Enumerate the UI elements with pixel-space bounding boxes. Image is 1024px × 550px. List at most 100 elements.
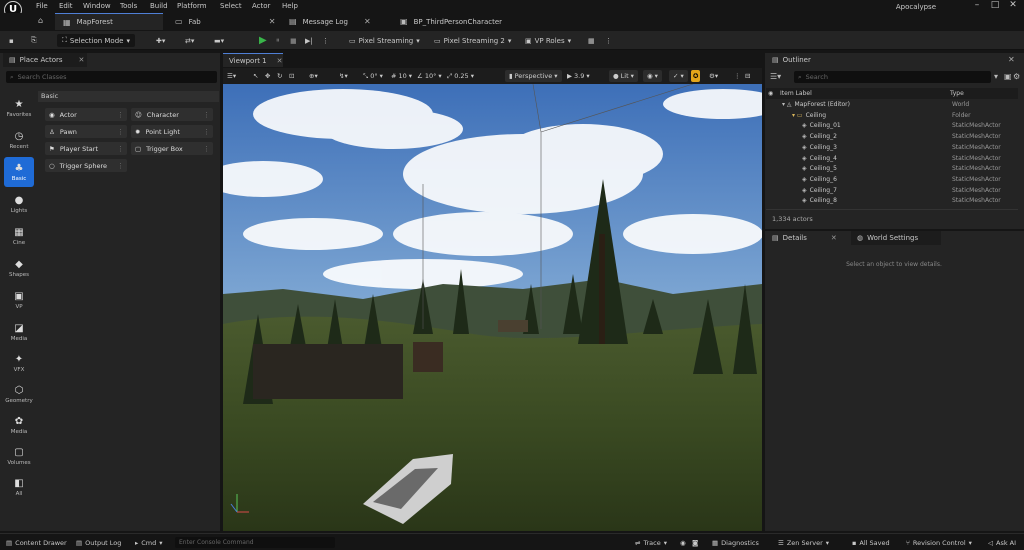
category-volumes[interactable]: ▢ Volumes (4, 441, 34, 471)
menu-select[interactable]: Select (220, 2, 242, 10)
drag-handle-icon[interactable]: ⋮ (117, 162, 124, 170)
home-icon[interactable]: ⌂ (38, 16, 43, 25)
outliner-row[interactable]: ◈ Ceiling_2 StaticMeshActor (766, 133, 1018, 144)
vp-roles-dropdown[interactable]: ▣ VP Roles ▾ (525, 34, 571, 47)
trace-dropdown[interactable]: ⇌ Trace ▾ (635, 537, 667, 548)
menu-edit[interactable]: Edit (59, 2, 73, 10)
performance-dropdown[interactable]: ✓ ▾ (669, 70, 688, 82)
revision-control-dropdown[interactable]: ⑂ Revision Control ▾ (906, 537, 972, 548)
category-media-2[interactable]: ✿ Media (4, 410, 34, 440)
add-actor-icon[interactable]: ✚▾ (156, 34, 165, 47)
category-recent[interactable]: ◷ Recent (4, 125, 34, 155)
tab-outliner[interactable]: ▤ Outliner (766, 53, 836, 67)
blueprint-menu-icon[interactable]: ⇄▾ (185, 34, 194, 47)
outliner-row[interactable]: ▾ ▭ Ceiling Folder (766, 112, 1018, 123)
tab-place-actors[interactable]: ▤ Place Actors ✕ (3, 53, 87, 67)
col-type[interactable]: Type (950, 90, 964, 97)
category-shapes[interactable]: ◆ Shapes (4, 253, 34, 283)
pause-icon[interactable]: ⏸ (276, 34, 280, 47)
menu-help[interactable]: Help (282, 2, 298, 10)
menu-file[interactable]: File (36, 2, 48, 10)
pixel-streaming-dropdown[interactable]: ▭ Pixel Streaming ▾ (349, 34, 420, 47)
menu-platform[interactable]: Platform (177, 2, 207, 10)
more-icon[interactable]: ⋮ (605, 34, 612, 47)
camera-speed-dropdown[interactable]: ▶ 3.9 ▾ (567, 70, 590, 82)
viewport-menu-icon[interactable]: ☰▾ (227, 70, 236, 82)
output-log-button[interactable]: ▤ Output Log (76, 537, 121, 548)
menu-tools[interactable]: Tools (120, 2, 137, 10)
selection-mode-dropdown[interactable]: ⛶ Selection Mode ▾ (57, 34, 135, 47)
tab-message-log[interactable]: ▤ Message Log ✕ (281, 13, 386, 30)
category-basic[interactable]: ♣ Basic (4, 157, 34, 187)
category-cine[interactable]: ▦ Cine (4, 221, 34, 251)
outliner-row[interactable]: ◈ Ceiling_8 StaticMeshActor (766, 197, 1018, 208)
tab-details[interactable]: ▤ Details ✕ (766, 231, 848, 245)
play-options-icon[interactable]: ⋮ (322, 34, 329, 47)
outliner-row[interactable]: ◈ Ceiling_4 StaticMeshActor (766, 155, 1018, 166)
viewport-layout-icon[interactable]: ⊟ (745, 70, 750, 82)
cinematics-icon[interactable]: ▬▾ (214, 34, 224, 47)
outliner-row[interactable]: ◈ Ceiling_3 StaticMeshActor (766, 144, 1018, 155)
viewport-settings-icon[interactable]: ⚙▾ (709, 70, 718, 82)
play-icon[interactable]: ▶ (259, 34, 267, 47)
surface-snap-icon[interactable]: ↯▾ (339, 70, 348, 82)
tab-fab[interactable]: ▭ Fab ✕ (167, 13, 275, 30)
outliner-row[interactable]: ◈ Ceiling_7 StaticMeshActor (766, 187, 1018, 198)
filter-icon[interactable]: ☰▾ (770, 72, 781, 81)
drag-handle-icon[interactable]: ⋮ (203, 111, 210, 119)
level-viewport[interactable] (223, 84, 762, 531)
record-icon[interactable]: ◉ (680, 537, 686, 548)
outliner-row[interactable]: ▾ ◬ MapForest (Editor) World (766, 101, 1018, 112)
category-geometry[interactable]: ⬡ Geometry (4, 379, 34, 409)
close-icon[interactable]: ✕ (269, 17, 276, 26)
rotation-snap-toggle[interactable]: ∠ 10° ▾ (417, 70, 442, 82)
close-icon[interactable]: ✕ (277, 57, 283, 65)
actor-item-point-light[interactable]: ✹ Point Light ⋮ (131, 125, 213, 138)
pixel-streaming2-dropdown[interactable]: ▭ Pixel Streaming 2 ▾ (434, 34, 511, 47)
scale-tool-icon[interactable]: ⊡ (289, 70, 294, 82)
category-lights[interactable]: ● Lights (4, 189, 34, 219)
actor-item-actor[interactable]: ◉ Actor ⋮ (45, 108, 127, 121)
layout-icon[interactable]: ▦ (588, 34, 595, 47)
classes-search-input[interactable]: ⌕ Search Classes (6, 71, 217, 83)
tab-world-settings[interactable]: ◍ World Settings (851, 231, 941, 245)
actor-item-trigger-box[interactable]: ▢ Trigger Box ⋮ (131, 142, 213, 155)
source-control-icon[interactable]: ⎘ (31, 34, 37, 47)
select-tool-icon[interactable]: ↖ (253, 70, 258, 82)
zen-server-dropdown[interactable]: ☰ Zen Server ▾ (778, 537, 829, 548)
actor-item-trigger-sphere[interactable]: ○ Trigger Sphere ⋮ (45, 159, 127, 172)
perspective-dropdown[interactable]: ▮ Perspective ▾ (505, 70, 562, 82)
save-icon[interactable]: ▪ (9, 34, 14, 47)
tab-bp-third-person[interactable]: ▣ BP_ThirdPersonCharacter (392, 13, 532, 30)
scale-snap-toggle[interactable]: ⤢ 0.25 ▾ (447, 70, 474, 82)
lit-dropdown[interactable]: ● Lit ▾ (609, 70, 638, 82)
category-favorites[interactable]: ★ Favorites (4, 93, 34, 123)
outliner-row[interactable]: ◈ Ceiling_6 StaticMeshActor (766, 176, 1018, 187)
drag-handle-icon[interactable]: ⋮ (117, 111, 124, 119)
cmd-dropdown[interactable]: ▸ Cmd ▾ (135, 537, 163, 548)
realtime-toggle-icon[interactable]: ✪ (691, 70, 701, 82)
grid-snap-toggle[interactable]: #10 ▾ (391, 70, 412, 82)
ask-ai-button[interactable]: ◁ Ask AI (988, 537, 1016, 548)
rotate-tool-icon[interactable]: ↻ (277, 70, 282, 82)
category-all[interactable]: ◧ All (4, 472, 34, 502)
diagnostics-button[interactable]: ▦ Diagnostics (712, 537, 759, 548)
more-options-icon[interactable]: ⋮ (734, 70, 741, 82)
step-icon[interactable]: ▶| (305, 34, 313, 47)
minimize-icon[interactable]: – (968, 0, 986, 12)
outliner-row[interactable]: ◈ Ceiling_01 StaticMeshActor (766, 122, 1018, 133)
menu-build[interactable]: Build (150, 2, 168, 10)
stop-icon[interactable]: ■ (290, 34, 297, 47)
close-icon[interactable]: ✕ (364, 17, 371, 26)
maximize-icon[interactable]: □ (986, 0, 1004, 12)
settings-icon[interactable]: ⚙ (1013, 72, 1020, 81)
drag-handle-icon[interactable]: ⋮ (117, 145, 124, 153)
angle-snap-toggle[interactable]: ⤡ 0° ▾ (363, 70, 383, 82)
world-space-icon[interactable]: ⊕▾ (309, 70, 318, 82)
actor-item-character[interactable]: ☺ Character ⋮ (131, 108, 213, 121)
chevron-down-icon[interactable]: ▾ (994, 72, 998, 81)
outliner-search-input[interactable]: ⌕ Search (794, 71, 991, 83)
drag-handle-icon[interactable]: ⋮ (117, 128, 124, 136)
tab-mapforest[interactable]: ▦ MapForest (55, 13, 163, 30)
all-saved-button[interactable]: ▪ All Saved (852, 537, 890, 548)
